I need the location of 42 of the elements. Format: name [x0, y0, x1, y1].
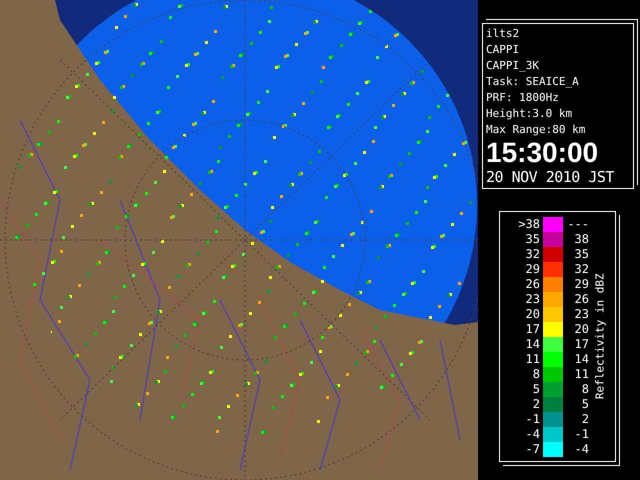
legend-high-value: 5 — [580, 396, 589, 412]
info-text: Max Range:80 km — [486, 122, 586, 138]
legend-high-value: 32 — [574, 262, 589, 276]
info-text: CAPPI_3K — [486, 58, 540, 74]
legend-high-value: 35 — [574, 246, 589, 262]
legend-high-value: 2 — [580, 412, 589, 426]
info-text: Height:3.0 km — [486, 106, 574, 122]
legend-high-value: 38 — [574, 232, 589, 246]
legend-high-value: -4 — [574, 442, 589, 456]
legend-low-value: 32 — [524, 246, 540, 262]
legend-high-value: 11 — [574, 366, 589, 382]
time-text: 15:30:00 — [486, 138, 600, 167]
legend-high-value: 20 — [574, 322, 589, 336]
legend-low-value: 20 — [524, 306, 540, 322]
legend-low-value: 17 — [524, 322, 540, 336]
legend-high-value: 17 — [574, 336, 589, 352]
legend-high-value: 26 — [574, 292, 589, 306]
legend-low-value: 5 — [532, 382, 540, 396]
legend-low-value: 23 — [524, 292, 540, 306]
legend-low-value: 8 — [532, 366, 540, 382]
legend-low-value: 26 — [524, 276, 540, 292]
legend-low-value: -7 — [524, 442, 540, 456]
legend-high-value: 14 — [574, 352, 589, 366]
legend-high-value: --- — [566, 216, 589, 232]
info-text: ilts2 — [486, 26, 520, 42]
info-text: CAPPI — [486, 42, 520, 58]
axis-label: Reflectivity in dBZ — [592, 274, 608, 400]
legend-low-value: 35 — [524, 232, 540, 246]
legend-high-value: 8 — [580, 382, 589, 396]
legend-high-value: -1 — [574, 426, 589, 442]
date-text: 20 NOV 2010 JST — [486, 167, 615, 187]
legend-low-value: 14 — [524, 336, 540, 352]
legend-low-value: 11 — [524, 352, 540, 366]
legend-low-value: >38 — [517, 216, 540, 232]
legend-low-value: 2 — [532, 396, 540, 412]
legend-high-value: 29 — [574, 276, 589, 292]
legend-low-value: -1 — [524, 412, 540, 426]
info-text: Task: SEAICE_A — [486, 74, 580, 90]
legend-low-value: 29 — [524, 262, 540, 276]
info-text: PRF: 1800Hz — [486, 90, 560, 106]
legend-low-value: -4 — [524, 426, 540, 442]
legend-high-value: 23 — [574, 306, 589, 322]
